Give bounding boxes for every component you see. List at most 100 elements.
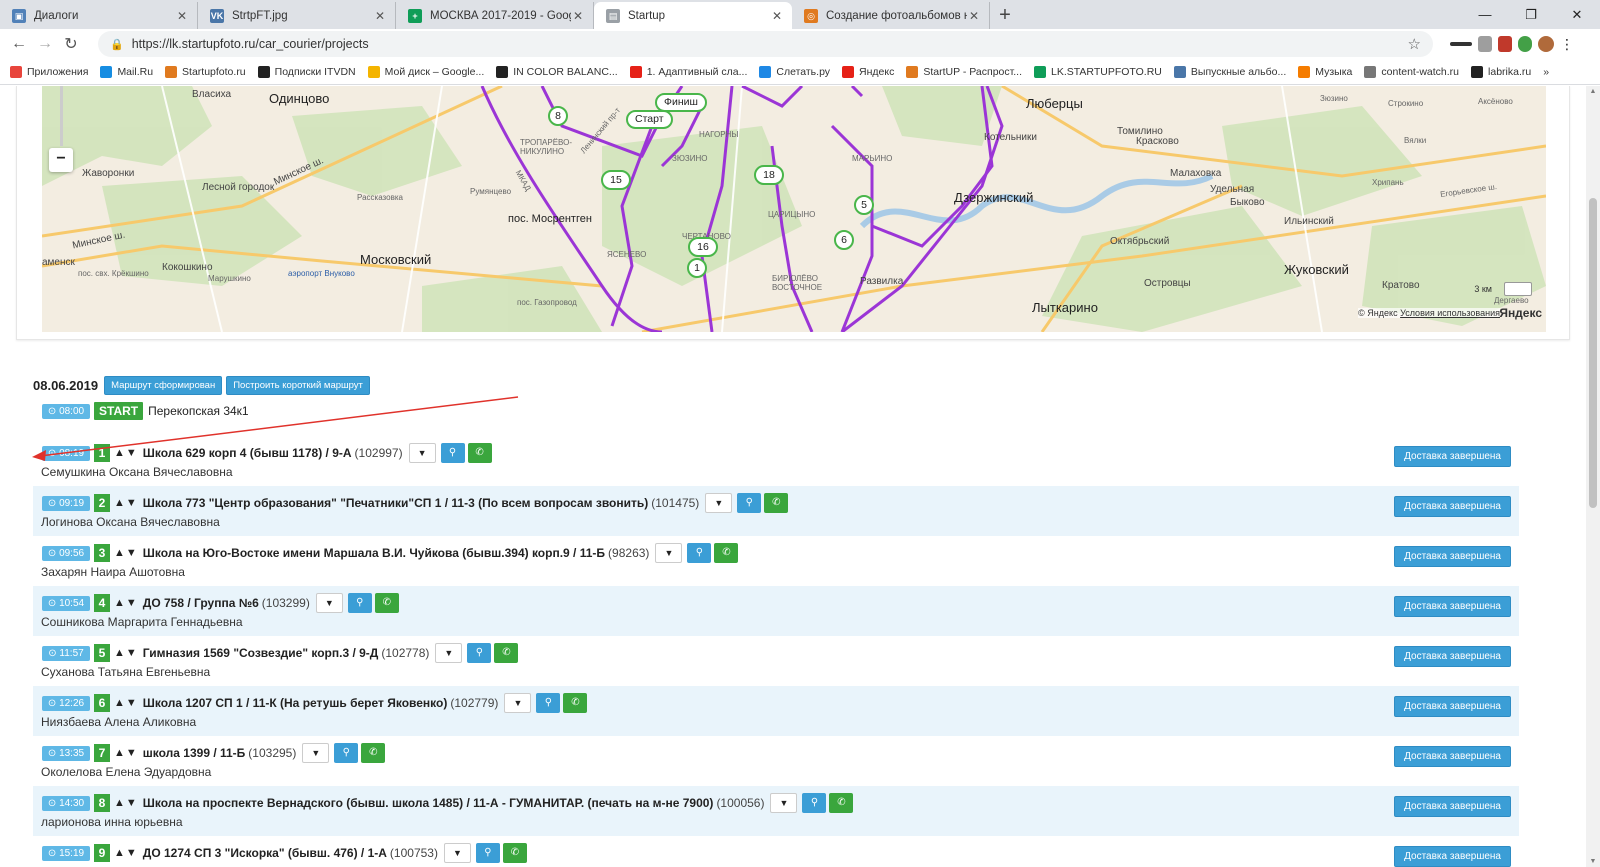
bookmark-item[interactable]: Мой диск – Google...	[367, 65, 484, 78]
bookmark-star-icon[interactable]: ☆	[1408, 35, 1421, 53]
phone-icon[interactable]: ✆	[494, 643, 519, 663]
forward-icon[interactable]: →	[32, 35, 58, 53]
delivery-done-button[interactable]: Доставка завершена	[1394, 846, 1511, 867]
bookmarks-overflow-icon[interactable]: »	[1543, 66, 1549, 78]
bookmark-item[interactable]: labrika.ru	[1471, 65, 1531, 78]
extension-icon[interactable]	[1518, 36, 1532, 52]
tab-close-icon[interactable]: ✕	[175, 9, 189, 23]
new-tab-button[interactable]: +	[990, 2, 1020, 29]
browser-tab[interactable]: ◎ Создание фотоальбомов на зак ✕	[792, 2, 990, 29]
browser-tab[interactable]: VK StrtpFT.jpg ✕	[198, 2, 396, 29]
chevron-down-icon[interactable]: ▼	[315, 593, 343, 613]
scroll-up-icon[interactable]: ▲	[1586, 88, 1600, 95]
phone-icon[interactable]: ✆	[829, 793, 854, 813]
map-pin-icon[interactable]: ⚲	[475, 843, 500, 863]
menu-icon[interactable]: ⋮	[1560, 36, 1574, 52]
chevron-down-icon[interactable]: ▼	[302, 743, 330, 763]
chevron-down-icon[interactable]: ▼	[770, 793, 798, 813]
zoom-out-button[interactable]: −	[49, 148, 73, 172]
map-marker-8[interactable]: 8	[548, 106, 568, 126]
bookmark-item[interactable]: Выпускные альбо...	[1173, 65, 1286, 78]
reorder-arrows-icon[interactable]: ▲▼	[114, 697, 138, 709]
minimize-icon[interactable]: —	[1462, 0, 1508, 29]
extension-icon[interactable]	[1478, 36, 1492, 52]
url-field[interactable]: 🔒 https://lk.startupfoto.ru/car_courier/…	[98, 31, 1433, 57]
phone-icon[interactable]: ✆	[764, 493, 789, 513]
map-marker-16[interactable]: 16	[688, 237, 718, 257]
ruler-icon[interactable]	[1504, 282, 1532, 296]
map-pin-icon[interactable]: ⚲	[467, 643, 492, 663]
phone-icon[interactable]: ✆	[374, 593, 399, 613]
build-short-route-button[interactable]: Построить короткий маршрут	[226, 376, 370, 395]
browser-tab[interactable]: ▣ Диалоги ✕	[0, 2, 198, 29]
chevron-down-icon[interactable]: ▼	[705, 493, 733, 513]
tab-close-icon[interactable]: ✕	[770, 9, 784, 23]
reorder-arrows-icon[interactable]: ▲▼	[114, 447, 138, 459]
bookmark-item[interactable]: Подписки ITVDN	[257, 65, 356, 78]
phone-icon[interactable]: ✆	[361, 743, 386, 763]
chevron-down-icon[interactable]: ▼	[655, 543, 683, 563]
chevron-down-icon[interactable]: ▼	[443, 843, 471, 863]
browser-tab-active[interactable]: ▤ Startup ✕	[594, 2, 792, 29]
delivery-done-button[interactable]: Доставка завершена	[1394, 496, 1511, 517]
reorder-arrows-icon[interactable]: ▲▼	[114, 597, 138, 609]
extension-icon[interactable]	[1498, 36, 1512, 52]
tab-close-icon[interactable]: ✕	[571, 9, 585, 23]
reorder-arrows-icon[interactable]: ▲▼	[114, 847, 138, 859]
phone-icon[interactable]: ✆	[563, 693, 588, 713]
close-window-icon[interactable]: ✕	[1554, 0, 1600, 29]
delivery-done-button[interactable]: Доставка завершена	[1394, 596, 1511, 617]
avatar[interactable]	[1538, 36, 1554, 52]
bookmark-item[interactable]: content-watch.ru	[1364, 65, 1459, 78]
map-pin-icon[interactable]: ⚲	[737, 493, 762, 513]
map-pin-icon[interactable]: ⚲	[440, 443, 465, 463]
map-marker-1[interactable]: 1	[687, 258, 707, 278]
restore-icon[interactable]: ❐	[1508, 0, 1554, 29]
extension-icon[interactable]	[1450, 42, 1472, 46]
scroll-down-icon[interactable]: ▼	[1586, 858, 1600, 865]
reorder-arrows-icon[interactable]: ▲▼	[114, 547, 138, 559]
reorder-arrows-icon[interactable]: ▲▼	[114, 747, 138, 759]
bookmark-item[interactable]: LK.STARTUPFOTO.RU	[1034, 65, 1162, 78]
bookmark-apps[interactable]: Приложения	[10, 65, 88, 78]
bookmark-item[interactable]: Startupfoto.ru	[165, 65, 246, 78]
tab-close-icon[interactable]: ✕	[967, 9, 981, 23]
delivery-done-button[interactable]: Доставка завершена	[1394, 796, 1511, 817]
browser-tab[interactable]: + МОСКВА 2017-2019 - Google Та ✕	[396, 2, 594, 29]
delivery-done-button[interactable]: Доставка завершена	[1394, 746, 1511, 767]
map-pin-icon[interactable]: ⚲	[687, 543, 712, 563]
map-marker-5[interactable]: 5	[854, 195, 874, 215]
phone-icon[interactable]: ✆	[467, 443, 492, 463]
tab-close-icon[interactable]: ✕	[373, 9, 387, 23]
map-marker-6[interactable]: 6	[834, 230, 854, 250]
phone-icon[interactable]: ✆	[714, 543, 739, 563]
bookmark-item[interactable]: Mail.Ru	[100, 65, 153, 78]
map-pin-icon[interactable]: ⚲	[347, 593, 372, 613]
map-pin-icon[interactable]: ⚲	[802, 793, 827, 813]
bookmark-item[interactable]: Слетать.ру	[759, 65, 830, 78]
reload-icon[interactable]: ↻	[58, 34, 84, 54]
bookmark-item[interactable]: IN COLOR BALANC...	[496, 65, 618, 78]
scrollbar[interactable]: ▲ ▼	[1586, 86, 1600, 867]
phone-icon[interactable]: ✆	[502, 843, 527, 863]
reorder-arrows-icon[interactable]: ▲▼	[114, 497, 138, 509]
delivery-done-button[interactable]: Доставка завершена	[1394, 446, 1511, 467]
bookmark-item[interactable]: 1. Адаптивный сла...	[629, 65, 747, 78]
chevron-down-icon[interactable]: ▼	[504, 693, 532, 713]
map-marker-18[interactable]: 18	[754, 165, 784, 185]
chevron-down-icon[interactable]: ▼	[408, 443, 436, 463]
bookmark-item[interactable]: Музыка	[1298, 65, 1352, 78]
back-icon[interactable]: ←	[6, 35, 32, 53]
scrollbar-thumb[interactable]	[1589, 198, 1597, 508]
bookmark-item[interactable]: StartUP - Распрост...	[906, 65, 1022, 78]
reorder-arrows-icon[interactable]: ▲▼	[114, 797, 138, 809]
chevron-down-icon[interactable]: ▼	[435, 643, 463, 663]
map-marker-start[interactable]: Старт	[626, 110, 673, 129]
delivery-done-button[interactable]: Доставка завершена	[1394, 646, 1511, 667]
route-map[interactable]: − Власиха Одинцово Люберцы Жаворонки Лес…	[42, 86, 1546, 332]
terms-link[interactable]: Условия использования	[1400, 308, 1500, 318]
bookmark-item[interactable]: Яндекс	[842, 65, 894, 78]
reorder-arrows-icon[interactable]: ▲▼	[114, 647, 138, 659]
map-marker-15[interactable]: 15	[601, 170, 631, 190]
delivery-done-button[interactable]: Доставка завершена	[1394, 546, 1511, 567]
